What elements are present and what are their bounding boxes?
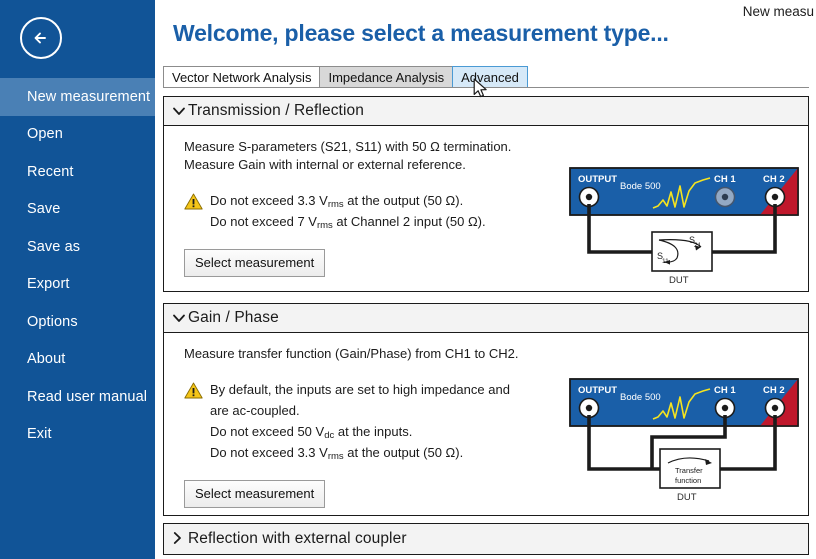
dut-label: DUT xyxy=(669,275,689,286)
port-label-ch1: CH 1 xyxy=(714,174,736,185)
sidebar-item-label: About xyxy=(27,351,66,368)
connector-ch2 xyxy=(764,186,786,208)
select-measurement-button[interactable]: Select measurement xyxy=(184,480,326,508)
panel-title: Gain / Phase xyxy=(188,309,279,326)
sidebar-item-label: Save as xyxy=(27,238,81,255)
warning-triangle-icon xyxy=(184,380,210,464)
sidebar: New measurement Open Recent Save Save as… xyxy=(0,0,155,559)
warning-text-post: at the output (50 Ω). xyxy=(343,193,464,208)
port-label-ch2: CH 2 xyxy=(763,385,785,396)
panel-body-transmission-reflection: Measure S-parameters (S21, S11) with 50 … xyxy=(164,126,808,287)
connector-output xyxy=(578,397,600,419)
warning-line: are ac-coupled. xyxy=(210,401,510,422)
warning-line: Do not exceed 50 Vdc at the inputs. xyxy=(210,422,510,443)
chevron-right-icon xyxy=(173,532,188,546)
warning-line: Do not exceed 3.3 Vrms at the output (50… xyxy=(210,191,486,212)
connector-ch1 xyxy=(714,397,736,419)
sidebar-item-new-measurement[interactable]: New measurement xyxy=(0,78,155,116)
port-label-output: OUTPUT xyxy=(578,174,617,185)
sidebar-item-label: Read user manual xyxy=(27,388,148,405)
panel-header-transmission-reflection[interactable]: Transmission / Reflection xyxy=(164,97,808,126)
port-label-output: OUTPUT xyxy=(578,385,617,396)
warning-line: Do not exceed 3.3 Vrms at the output (50… xyxy=(210,443,510,464)
warning-line: Do not exceed 7 Vrms at Channel 2 input … xyxy=(210,212,486,233)
back-arrow-icon xyxy=(30,27,52,49)
panel-title: Reflection with external coupler xyxy=(188,530,407,547)
panel-reflection-external-coupler: Reflection with external coupler xyxy=(163,523,809,555)
sidebar-item-read-user-manual[interactable]: Read user manual xyxy=(0,378,155,416)
warning-triangle-icon xyxy=(184,191,210,233)
warning-text-sub: rms xyxy=(316,220,333,231)
warning-text-sub: rms xyxy=(327,451,344,462)
port-label-ch1: CH 1 xyxy=(714,385,736,396)
warning-text-sub: dc xyxy=(324,430,335,441)
warning-text-post: at Channel 2 input (50 Ω). xyxy=(332,214,486,229)
page-title: Welcome, please select a measurement typ… xyxy=(173,20,669,46)
diagram-transmission-reflection: OUTPUT Bode 500 CH 1 CH 2 S 11 S 21 DUT xyxy=(564,164,804,289)
tab-advanced[interactable]: Advanced xyxy=(452,66,528,88)
sidebar-item-recent[interactable]: Recent xyxy=(0,153,155,191)
dut-text-line1: Transfer xyxy=(675,466,703,475)
panel-header-gain-phase[interactable]: Gain / Phase xyxy=(164,304,808,333)
panel-description-line: Measure S-parameters (S21, S11) with 50 … xyxy=(184,139,512,154)
panel-gain-phase: Gain / Phase Measure transfer function (… xyxy=(163,303,809,516)
sidebar-item-label: Recent xyxy=(27,163,74,180)
panel-body-gain-phase: Measure transfer function (Gain/Phase) f… xyxy=(164,333,808,518)
tab-label: Vector Network Analysis xyxy=(172,69,312,85)
connector-ch1-inactive xyxy=(714,186,736,208)
connector-output xyxy=(578,186,600,208)
warning-text-sub: rms xyxy=(327,199,344,210)
chevron-down-icon xyxy=(173,104,188,118)
sidebar-item-export[interactable]: Export xyxy=(0,266,155,304)
warning-text: By default, the inputs are set to high i… xyxy=(210,380,510,464)
warning-text-pre: Do not exceed 7 V xyxy=(210,214,317,229)
warning-text-post: at the inputs. xyxy=(334,424,413,439)
panel-header-reflection-external-coupler[interactable]: Reflection with external coupler xyxy=(164,524,808,554)
sidebar-item-about[interactable]: About xyxy=(0,341,155,379)
sidebar-item-save-as[interactable]: Save as xyxy=(0,228,155,266)
warning-text-pre: Do not exceed 50 V xyxy=(210,424,325,439)
tab-impedance-analysis[interactable]: Impedance Analysis xyxy=(319,66,454,88)
dut-text-line2: function xyxy=(675,476,701,485)
panel-description-line: Measure transfer function (Gain/Phase) f… xyxy=(184,346,519,361)
warning-text-pre: are ac-coupled. xyxy=(210,403,300,418)
tab-label: Advanced xyxy=(461,69,519,85)
tab-underline xyxy=(163,87,809,88)
connector-ch2 xyxy=(764,397,786,419)
window-corner-label: New measu xyxy=(742,4,814,19)
tab-bar: Vector Network Analysis Impedance Analys… xyxy=(163,66,528,88)
warning-text-pre: By default, the inputs are set to high i… xyxy=(210,382,510,397)
sidebar-item-label: Save xyxy=(27,201,61,218)
sidebar-nav: New measurement Open Recent Save Save as… xyxy=(0,78,155,453)
diagram-gain-phase: OUTPUT Bode 500 CH 1 CH 2 Transfer funct… xyxy=(564,375,804,505)
s11-subscript: 11 xyxy=(662,258,669,265)
warning-text-pre: Do not exceed 3.3 V xyxy=(210,193,328,208)
sidebar-item-label: Exit xyxy=(27,426,52,443)
warning-text-post: at the output (50 Ω). xyxy=(343,445,464,460)
main-content: New measu Welcome, please select a measu… xyxy=(155,0,816,559)
dut-label: DUT xyxy=(677,492,697,503)
device-label: Bode 500 xyxy=(620,392,661,403)
back-button[interactable] xyxy=(20,17,62,59)
sidebar-item-save[interactable]: Save xyxy=(0,191,155,229)
port-label-ch2: CH 2 xyxy=(763,174,785,185)
panel-transmission-reflection: Transmission / Reflection Measure S-para… xyxy=(163,96,809,292)
sidebar-item-open[interactable]: Open xyxy=(0,116,155,154)
tab-vector-network-analysis[interactable]: Vector Network Analysis xyxy=(163,66,321,88)
sidebar-item-label: Export xyxy=(27,276,70,293)
sidebar-item-exit[interactable]: Exit xyxy=(0,416,155,454)
select-measurement-button[interactable]: Select measurement xyxy=(184,249,326,277)
warning-line: By default, the inputs are set to high i… xyxy=(210,380,510,401)
sidebar-item-label: Open xyxy=(27,126,63,143)
device-label: Bode 500 xyxy=(620,181,661,192)
warning-text-pre: Do not exceed 3.3 V xyxy=(210,445,328,460)
warning-text: Do not exceed 3.3 Vrms at the output (50… xyxy=(210,191,486,233)
sidebar-item-label: New measurement xyxy=(27,88,151,105)
tab-label: Impedance Analysis xyxy=(328,69,445,85)
sidebar-item-label: Options xyxy=(27,313,78,330)
sidebar-item-options[interactable]: Options xyxy=(0,303,155,341)
panel-title: Transmission / Reflection xyxy=(188,102,364,119)
chevron-down-icon xyxy=(173,311,188,325)
s21-subscript: 21 xyxy=(694,242,702,249)
